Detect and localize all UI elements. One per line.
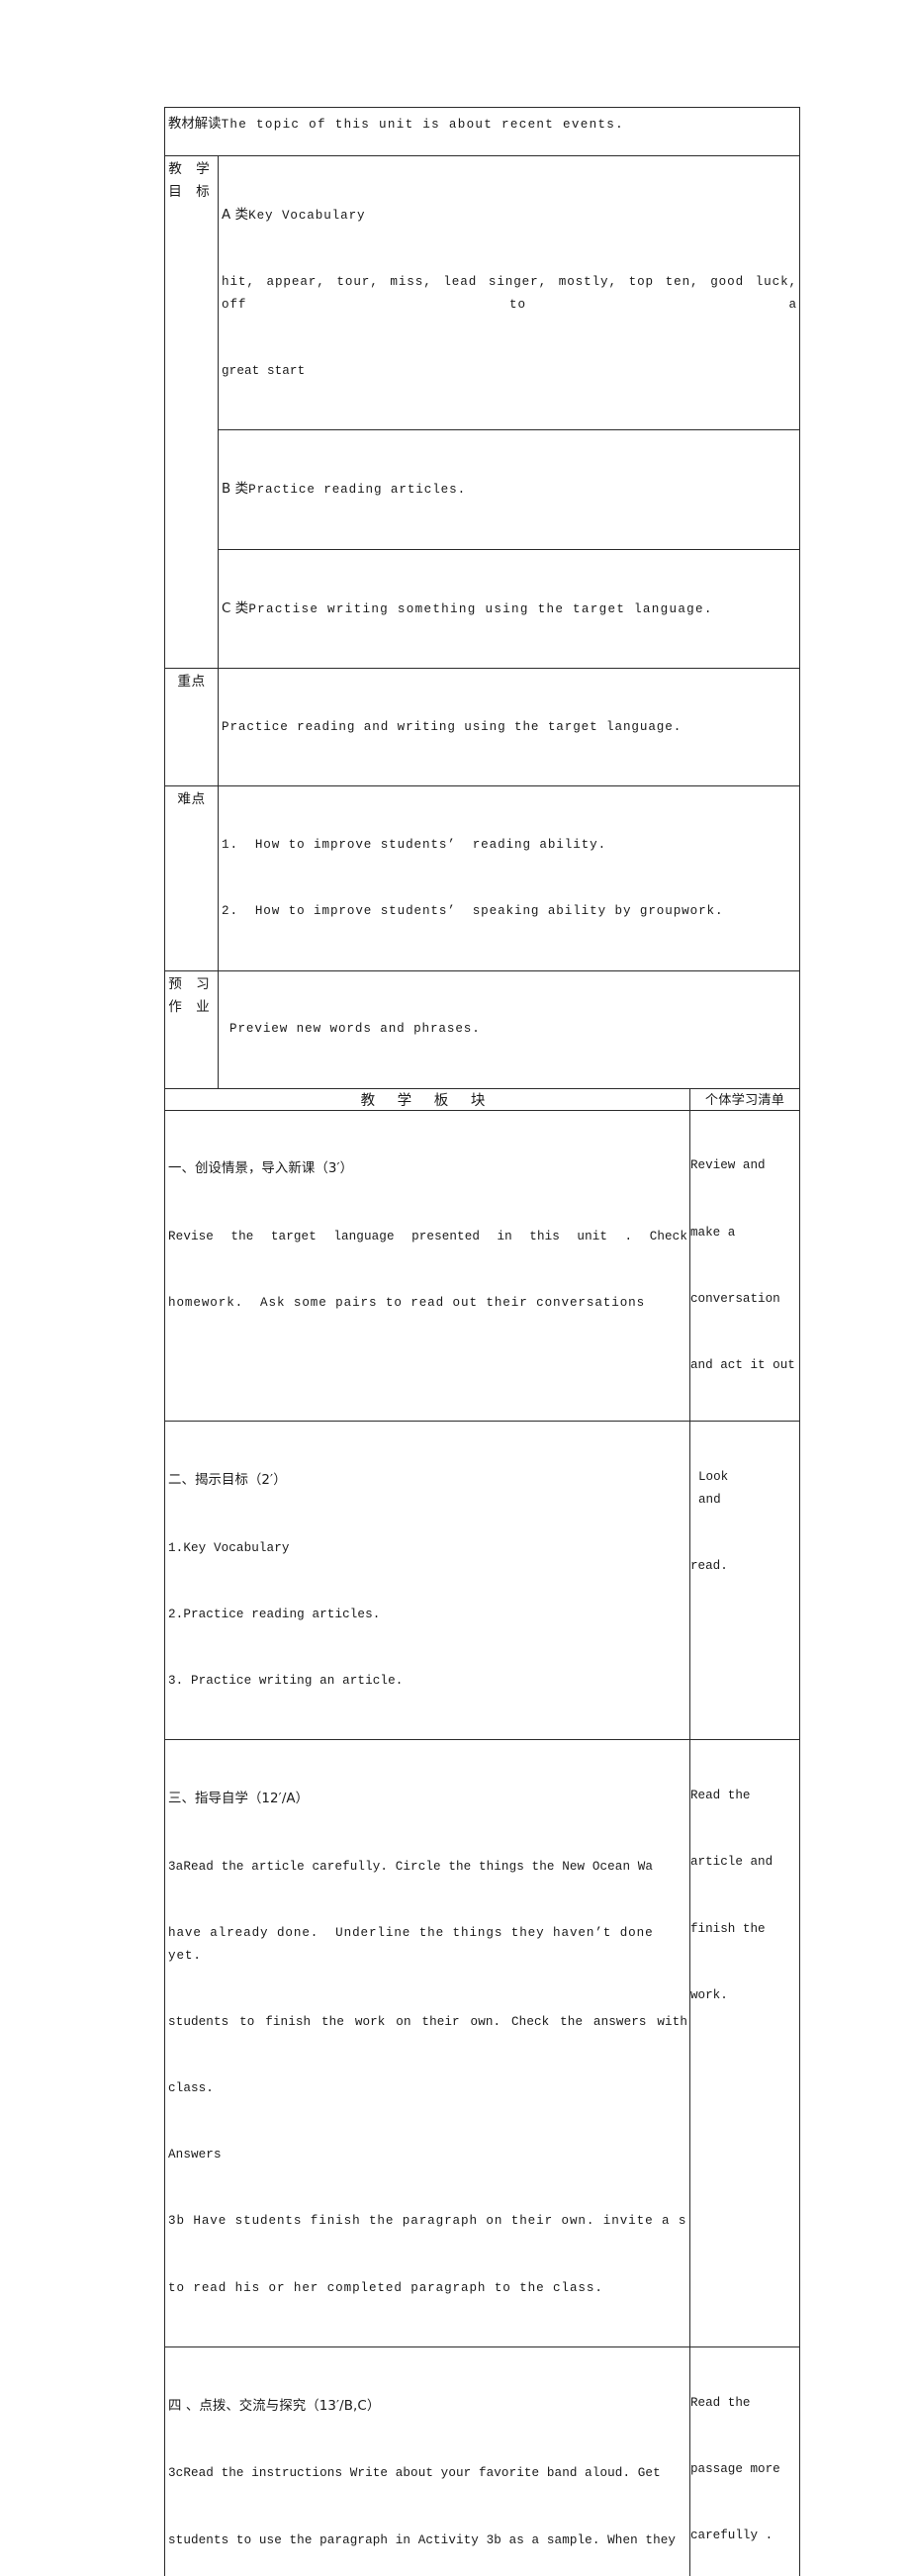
objective-a-title: Key Vocabulary [248,208,366,223]
block-4-right-cell: Read the passage more carefully . Comple… [688,2346,801,2576]
table-row-objective-a: 教 学 目 标 A 类Key Vocabulary hit, appear, t… [164,154,801,670]
objective-c-text: Practise writing something using the tar… [248,601,713,616]
teaching-objectives-label-line2: 目 标 [168,184,215,201]
key-points-text: Practice reading and writing using the t… [222,720,682,735]
material-interpretation-cell: 教材解读The topic of this unit is about rece… [163,107,801,156]
block-3-body-line-6: 3b Have students finish the paragraph on… [168,2214,687,2229]
key-points-cell: Practice reading and writing using the t… [217,668,801,787]
block-4-heading: 四 、点拨、交流与探究（13′/B,C） [168,2398,381,2414]
preview-homework-cell: Preview new words and phrases. [217,969,801,1089]
individual-study-list-header: 个体学习清单 [688,1087,801,1111]
table-row-block-3: 三、指导自学（12′/A） 3aRead the article careful… [164,1739,801,2347]
block-2-main-cell: 二、揭示目标（2′） 1.Key Vocabulary 2.Practice r… [164,1421,690,1741]
block-4-body-line-1: 3cRead the instructions Write about your… [168,2466,661,2481]
objective-a-vocabulary-line1: hit, appear, tour, miss, lead singer, mo… [222,275,798,312]
block-2-right-line-1: Look and [698,1470,788,1507]
difficult-points-line1: 1. How to improve students’ reading abil… [222,838,607,853]
objective-c-tag: C 类 [222,600,249,616]
block-3-body-line-4: class. [168,2080,214,2095]
table-row-preview-homework: 预 习 作 业 Preview new words and phrases. [164,969,801,1089]
block-2-body-line-2: 2.Practice reading articles. [168,1608,381,1621]
block-4-right-line-3: carefully . [690,2529,774,2543]
difficult-points-label: 难点 [177,791,206,808]
key-points-label: 重点 [177,674,206,690]
block-1-main-cell: 一、创设情景，导入新课（3′） Revise the target langua… [164,1109,690,1423]
block-3-right-line-3: finish the [690,1921,766,1936]
table-row-objective-c: C 类Practise writing something using the … [165,548,801,670]
block-3-body-line-5: Answers [168,2148,222,2162]
difficult-points-line2: 2. How to improve students’ speaking abi… [222,904,724,919]
objective-b-text: Practice reading articles. [248,483,467,498]
preview-homework-label-cell: 预 习 作 业 [164,969,219,1089]
block-3-right-line-1: Read the [690,1789,751,1803]
block-3-right-line-2: article and [690,1855,774,1870]
block-3-body-line-7: to read his or her completed paragraph t… [168,2280,603,2295]
objective-b-tag: B 类 [222,482,249,498]
preview-homework-text: Preview new words and phrases. [229,1022,481,1037]
block-2-body-line-1: 1.Key Vocabulary [168,1540,290,1555]
difficult-points-cell: 1. How to improve students’ reading abil… [217,785,801,971]
table-row-key-points: 重点 Practice reading and writing using th… [164,668,801,787]
block-3-body-line-2: have already done. Underline the things … [168,1926,663,1963]
objective-a-tag: A 类 [222,207,249,223]
block-1-right-line-4: and act it out [690,1358,795,1373]
objective-c-cell: C 类Practise writing something using the … [217,548,801,670]
key-points-label-cell: 重点 [164,668,219,787]
block-3-body-line-1: 3aRead the article carefully. Circle the… [168,1859,654,1874]
block-2-body-line-3: 3. Practice writing an article. [168,1674,404,1689]
teaching-blocks-header: 教 学 板 块 [164,1087,690,1111]
lesson-plan-table: 教材解读The topic of this unit is about rece… [163,107,801,2576]
block-1-body-line-2: homework. Ask some pairs to read out the… [168,1296,646,1311]
table-row-difficult-points: 难点 1. How to improve students’ reading a… [164,785,801,971]
block-4-body-line-2: students to use the paragraph in Activit… [168,2532,677,2547]
block-3-body-line-3: students to finish the work on their own… [168,2014,687,2029]
objective-a-cell: A 类Key Vocabulary hit, appear, tour, mis… [217,154,801,431]
table-row-block-4: 四 、点拨、交流与探究（13′/B,C） 3cRead the instruct… [164,2346,801,2576]
block-4-right-line-2: passage more [690,2461,780,2476]
block-4-main-cell: 四 、点拨、交流与探究（13′/B,C） 3cRead the instruct… [164,2346,690,2576]
teaching-objectives-label-line1: 教 学 [168,161,215,177]
block-1-heading: 一、创设情景，导入新课（3′） [168,1161,354,1177]
table-row-material-interpretation: 教材解读The topic of this unit is about rece… [163,107,801,156]
table-row-block-1: 一、创设情景，导入新课（3′） Revise the target langua… [164,1109,801,1423]
block-3-main-cell: 三、指导自学（12′/A） 3aRead the article careful… [164,1739,690,2347]
block-1-right-line-3: conversation [690,1291,780,1306]
table-row-section-headers: 教 学 板 块 个体学习清单 [164,1087,801,1111]
objective-a-vocabulary-line2: great start [222,364,306,379]
teaching-objectives-label-cell: 教 学 目 标 [164,154,219,670]
preview-homework-label-line2: 作 业 [168,998,215,1015]
block-1-right-line-1: Review and [690,1158,766,1173]
block-3-heading: 三、指导自学（12′/A） [168,1792,310,1807]
block-2-heading: 二、揭示目标（2′） [168,1473,287,1489]
block-4-right-line-1: Read the [690,2395,751,2410]
difficult-points-label-cell: 难点 [164,785,219,971]
block-1-body-line-1: Revise the target language presented in … [168,1230,687,1244]
block-1-right-line-2: make a [690,1225,736,1240]
table-row-objective-b: B 类Practice reading articles. [165,429,801,550]
block-2-right-line-2: read. [690,1558,728,1573]
block-3-right-cell: Read the article and finish the work. [688,1739,801,2347]
material-interpretation-text: The topic of this unit is about recent e… [221,118,625,132]
block-2-right-cell: Look and read. [688,1421,801,1741]
table-row-block-2: 二、揭示目标（2′） 1.Key Vocabulary 2.Practice r… [164,1421,801,1741]
material-interpretation-label: 教材解读 [168,117,222,132]
block-1-right-cell: Review and make a conversation and act i… [688,1109,801,1423]
block-3-right-line-4: work. [690,1987,728,2002]
preview-homework-label-line1: 预 习 [168,975,215,992]
objective-b-cell: B 类Practice reading articles. [217,429,801,550]
document-page: 教材解读The topic of this unit is about rece… [0,0,910,2576]
